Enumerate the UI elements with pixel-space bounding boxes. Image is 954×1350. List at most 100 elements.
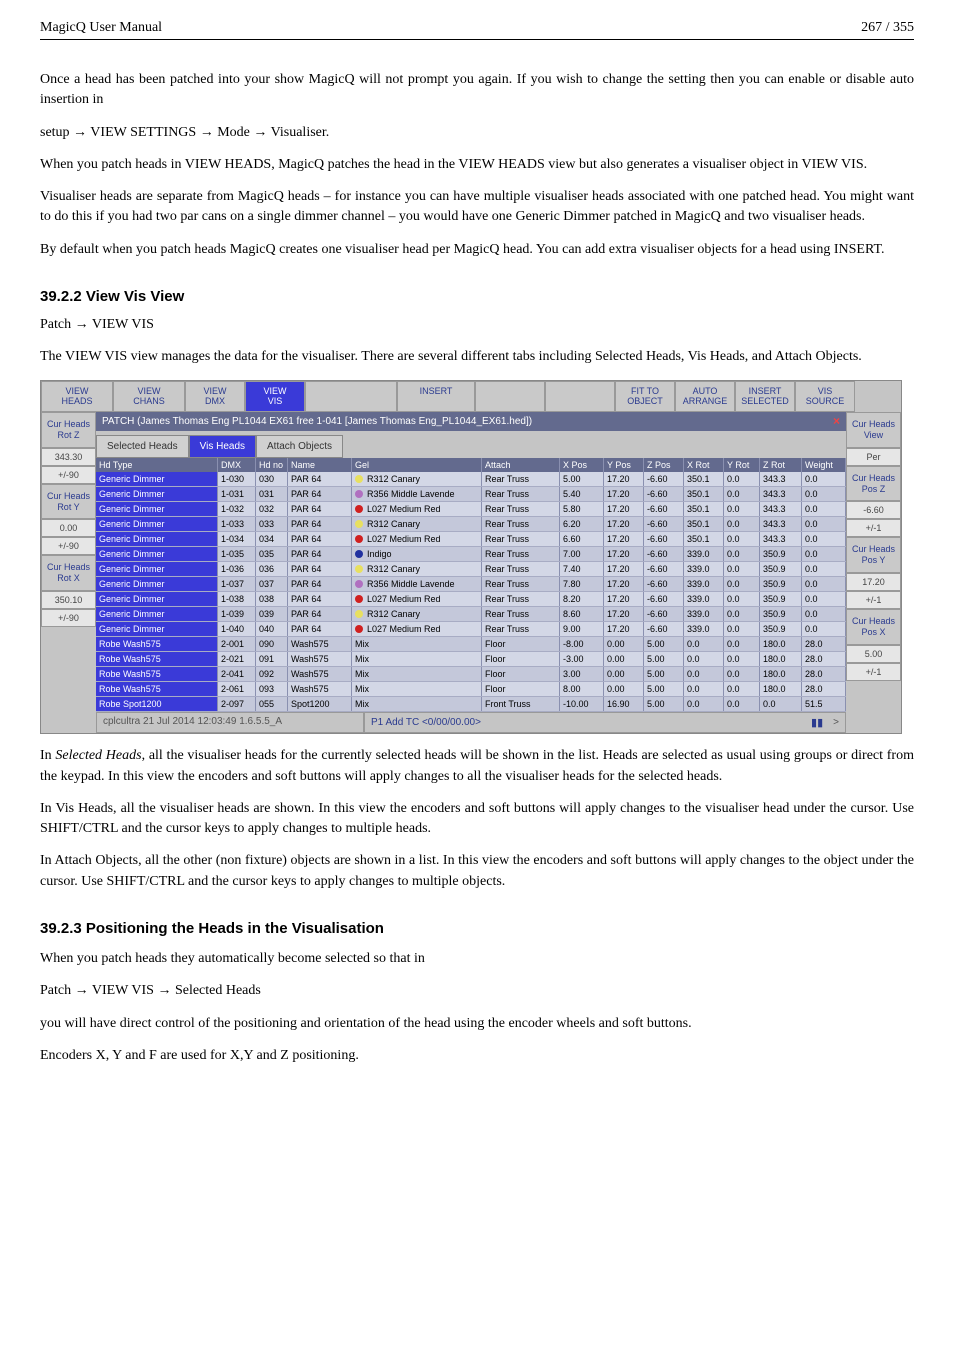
cell[interactable]: 0.0 [802,622,846,636]
cell[interactable]: 1-031 [218,487,256,501]
cell[interactable]: 0.0 [760,697,802,711]
cell[interactable]: 350.9 [760,562,802,576]
cell[interactable]: 17.20 [604,607,644,621]
cell[interactable]: 5.80 [560,502,604,516]
cell[interactable]: 28.0 [802,667,846,681]
table-row[interactable]: Generic Dimmer1-033033PAR 64R312 CanaryR… [96,517,846,532]
cell[interactable]: Floor [482,652,560,666]
cell[interactable]: Rear Truss [482,547,560,561]
cell[interactable]: 339.0 [684,562,724,576]
rightside-label-3[interactable]: Cur HeadsPos X [846,609,901,645]
cell[interactable]: 6.60 [560,532,604,546]
cell[interactable]: 0.0 [802,502,846,516]
cell[interactable]: 0.0 [724,697,760,711]
cell[interactable]: 16.90 [604,697,644,711]
table-row[interactable]: Robe Wash5752-001090Wash575MixFloor-8.00… [96,637,846,652]
cell[interactable]: 0.0 [802,607,846,621]
softbutton-6[interactable] [475,381,545,413]
cell[interactable]: Mix [352,667,482,681]
cell[interactable]: 093 [256,682,288,696]
leftside-wheel-2[interactable]: +/-90 [41,609,96,627]
cell[interactable]: 28.0 [802,637,846,651]
table-row[interactable]: Generic Dimmer1-031031PAR 64R356 Middle … [96,487,846,502]
cell[interactable]: 0.0 [724,547,760,561]
cell[interactable]: Generic Dimmer [96,472,218,486]
table-row[interactable]: Generic Dimmer1-037037PAR 64R356 Middle … [96,577,846,592]
cell[interactable]: 039 [256,607,288,621]
cell[interactable]: 17.20 [604,532,644,546]
cell[interactable]: 28.0 [802,652,846,666]
col-header-y-rot[interactable]: Y Rot [724,458,760,472]
table-row[interactable]: Generic Dimmer1-032032PAR 64L027 Medium … [96,502,846,517]
rightside-label-0[interactable]: Cur HeadsView [846,412,901,448]
cell[interactable]: 0.0 [724,577,760,591]
cell[interactable]: 339.0 [684,622,724,636]
cell[interactable]: Spot1200 [288,697,352,711]
cell[interactable]: R312 Canary [352,472,482,486]
table-row[interactable]: Generic Dimmer1-036036PAR 64R312 CanaryR… [96,562,846,577]
softbutton-10[interactable]: INSERTSELECTED [735,381,795,413]
cell[interactable]: 7.80 [560,577,604,591]
cell[interactable]: 040 [256,622,288,636]
cell[interactable]: 037 [256,577,288,591]
cell[interactable]: Generic Dimmer [96,502,218,516]
cell[interactable]: Robe Wash575 [96,652,218,666]
cell[interactable]: 7.00 [560,547,604,561]
cell[interactable]: 1-034 [218,532,256,546]
cell[interactable]: 350.1 [684,487,724,501]
status-command[interactable]: P1 Add TC <0/00/00.00> ▮▮ > [364,712,846,733]
leftside-wheel-1[interactable]: +/-90 [41,537,96,555]
cell[interactable]: 1-033 [218,517,256,531]
cell[interactable]: -6.60 [644,532,684,546]
cell[interactable]: L027 Medium Red [352,592,482,606]
softbutton-5[interactable]: INSERT [397,381,475,413]
cell[interactable]: 343.3 [760,532,802,546]
cell[interactable]: PAR 64 [288,562,352,576]
cell[interactable]: 5.00 [644,667,684,681]
cell[interactable]: Robe Wash575 [96,667,218,681]
cell[interactable]: 030 [256,472,288,486]
col-header-weight[interactable]: Weight [802,458,846,472]
cell[interactable]: Rear Truss [482,607,560,621]
cell[interactable]: Wash575 [288,682,352,696]
cell[interactable]: PAR 64 [288,592,352,606]
cell[interactable]: Wash575 [288,652,352,666]
col-header-dmx[interactable]: DMX [218,458,256,472]
cell[interactable]: 092 [256,667,288,681]
cell[interactable]: 036 [256,562,288,576]
cell[interactable]: -6.60 [644,517,684,531]
cell[interactable]: 0.0 [802,517,846,531]
cell[interactable]: Generic Dimmer [96,577,218,591]
cell[interactable]: PAR 64 [288,472,352,486]
cell[interactable]: 8.60 [560,607,604,621]
cell[interactable]: 2-041 [218,667,256,681]
cell[interactable]: 350.1 [684,532,724,546]
tab-attach-objects[interactable]: Attach Objects [256,435,343,458]
cell[interactable]: 032 [256,502,288,516]
rightside-wheel-2[interactable]: +/-1 [846,591,901,609]
table-row[interactable]: Robe Wash5752-041092Wash575MixFloor3.000… [96,667,846,682]
cell[interactable]: 0.0 [802,472,846,486]
table-row[interactable]: Generic Dimmer1-038038PAR 64L027 Medium … [96,592,846,607]
cell[interactable]: Robe Wash575 [96,682,218,696]
cell[interactable]: Mix [352,697,482,711]
cell[interactable]: Robe Wash575 [96,637,218,651]
softbutton-8[interactable]: FIT TOOBJECT [615,381,675,413]
cell[interactable]: Front Truss [482,697,560,711]
cell[interactable]: Rear Truss [482,592,560,606]
cell[interactable]: 0.0 [724,592,760,606]
cell[interactable]: 5.40 [560,487,604,501]
cell[interactable]: -6.60 [644,577,684,591]
cell[interactable]: Robe Spot1200 [96,697,218,711]
cell[interactable]: 343.3 [760,487,802,501]
col-header-gel[interactable]: Gel [352,458,482,472]
cell[interactable]: PAR 64 [288,607,352,621]
cell[interactable]: Mix [352,637,482,651]
cell[interactable]: 339.0 [684,547,724,561]
cell[interactable]: 5.00 [644,637,684,651]
cell[interactable]: 2-061 [218,682,256,696]
cell[interactable]: 0.0 [802,487,846,501]
cell[interactable]: 033 [256,517,288,531]
close-icon[interactable]: × [833,414,840,428]
cell[interactable]: 0.0 [724,652,760,666]
